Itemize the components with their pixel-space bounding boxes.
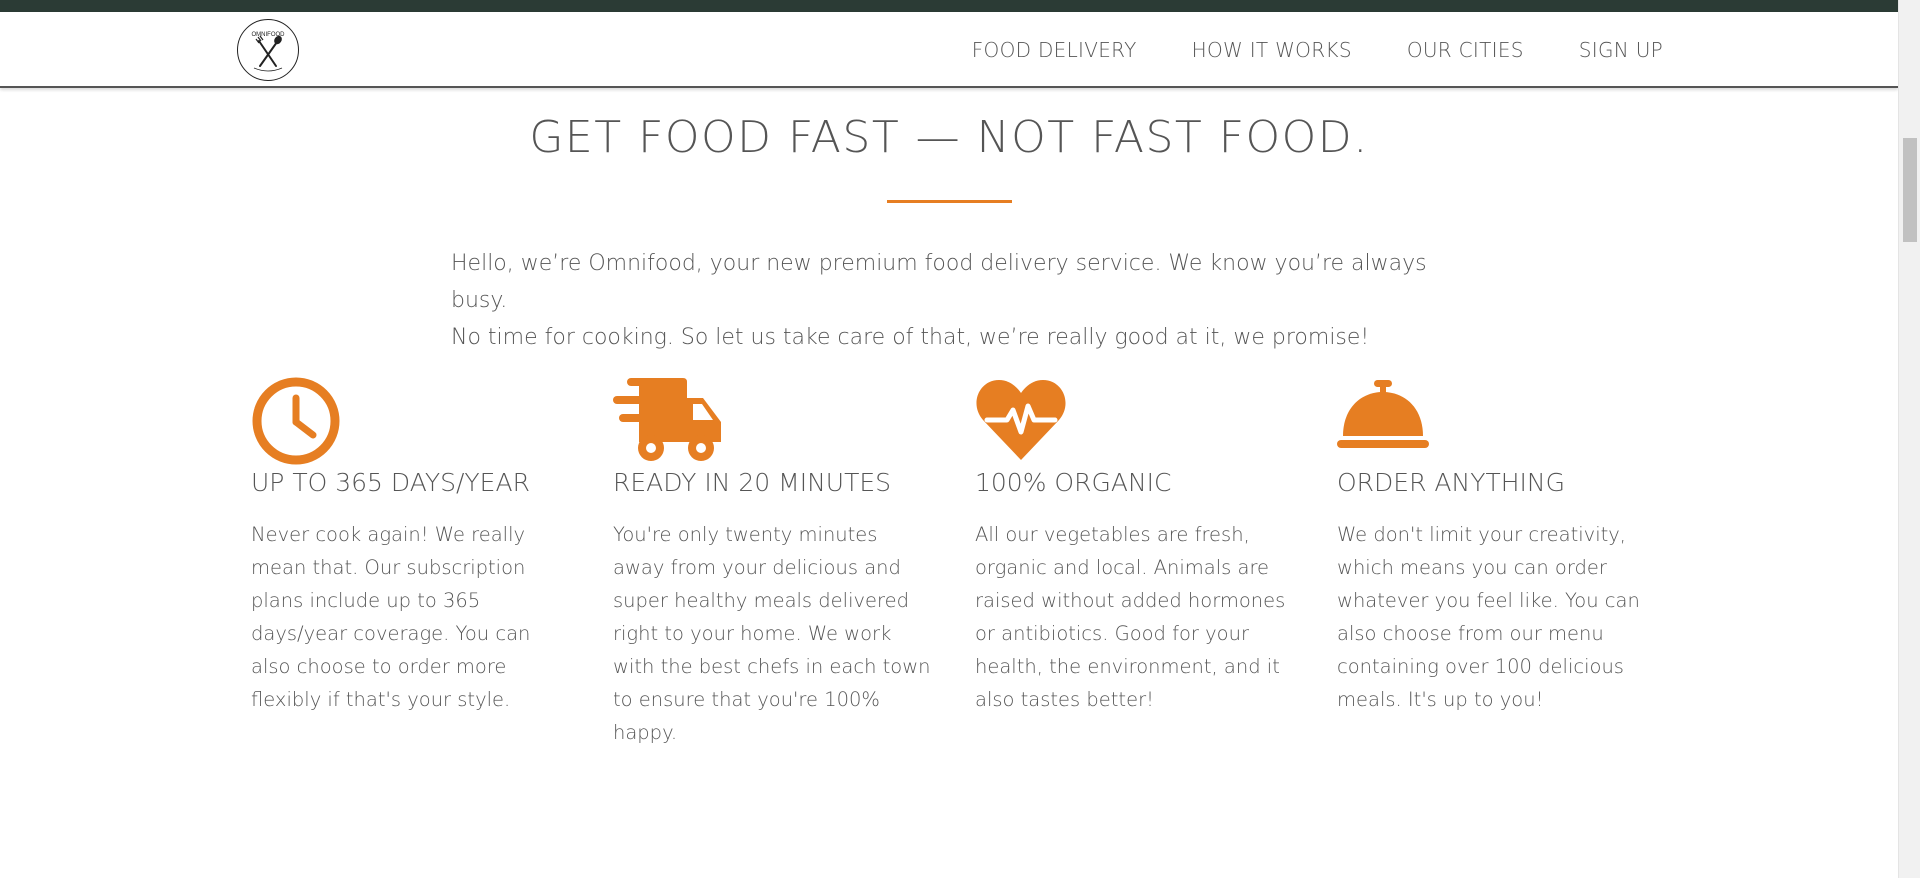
feature-title: READY IN 20 MINUTES <box>613 468 892 497</box>
section-intro: Hello, we’re Omnifood, your new premium … <box>451 245 1451 356</box>
delivery-truck-icon <box>613 378 721 461</box>
nav-link-how-it-works[interactable]: HOW IT WORKS <box>1192 38 1352 62</box>
scrollbar-thumb[interactable] <box>1903 138 1917 242</box>
features-grid: UP TO 365 DAYS/YEAR Never cook again! We… <box>251 376 1647 796</box>
feature-title: 100% ORGANIC <box>975 468 1172 497</box>
nav-links: FOOD DELIVERY HOW IT WORKS OUR CITIES SI… <box>972 12 1663 88</box>
feature-box-365-days: UP TO 365 DAYS/YEAR Never cook again! We… <box>251 376 571 711</box>
intro-line-2: No time for cooking. So let us take care… <box>451 325 1370 350</box>
heartbeat-icon <box>976 380 1066 460</box>
page-scrollbar[interactable] <box>1898 0 1920 878</box>
service-bell-icon <box>1337 380 1429 448</box>
feature-title: UP TO 365 DAYS/YEAR <box>251 468 530 497</box>
feature-text: We don't limit your creativity, which me… <box>1337 523 1640 711</box>
top-accent-bar <box>0 0 1898 12</box>
fork-spoon-logo-icon: OMNIFOOD <box>252 32 285 72</box>
nav-link-our-cities[interactable]: OUR CITIES <box>1407 38 1524 62</box>
feature-title: ORDER ANYTHING <box>1337 468 1566 497</box>
feature-text: Never cook again! We really mean that. O… <box>251 523 531 711</box>
headline-underline <box>887 200 1012 203</box>
feature-text: You're only twenty minutes away from you… <box>613 523 931 744</box>
section-headline: GET FOOD FAST — NOT FAST FOOD. <box>529 112 1369 163</box>
feature-box-organic: 100% ORGANIC All our vegetables are fres… <box>975 376 1295 711</box>
omnifood-logo[interactable]: OMNIFOOD <box>237 19 299 81</box>
main-navbar: OMNIFOOD FOOD DELIVERY HOW IT WORKS OUR … <box>0 12 1898 88</box>
feature-box-20-minutes: READY IN 20 MINUTES You're only twenty m… <box>613 376 933 744</box>
nav-link-sign-up[interactable]: SIGN UP <box>1579 38 1663 62</box>
intro-line-1: Hello, we’re Omnifood, your new premium … <box>451 251 1427 313</box>
feature-text: All our vegetables are fresh, organic an… <box>975 523 1286 711</box>
nav-link-food-delivery[interactable]: FOOD DELIVERY <box>972 38 1137 62</box>
clock-icon <box>252 377 340 465</box>
feature-box-order-anything: ORDER ANYTHING We don't limit your creat… <box>1337 376 1657 711</box>
features-section: GET FOOD FAST — NOT FAST FOOD. Hello, we… <box>0 88 1898 878</box>
